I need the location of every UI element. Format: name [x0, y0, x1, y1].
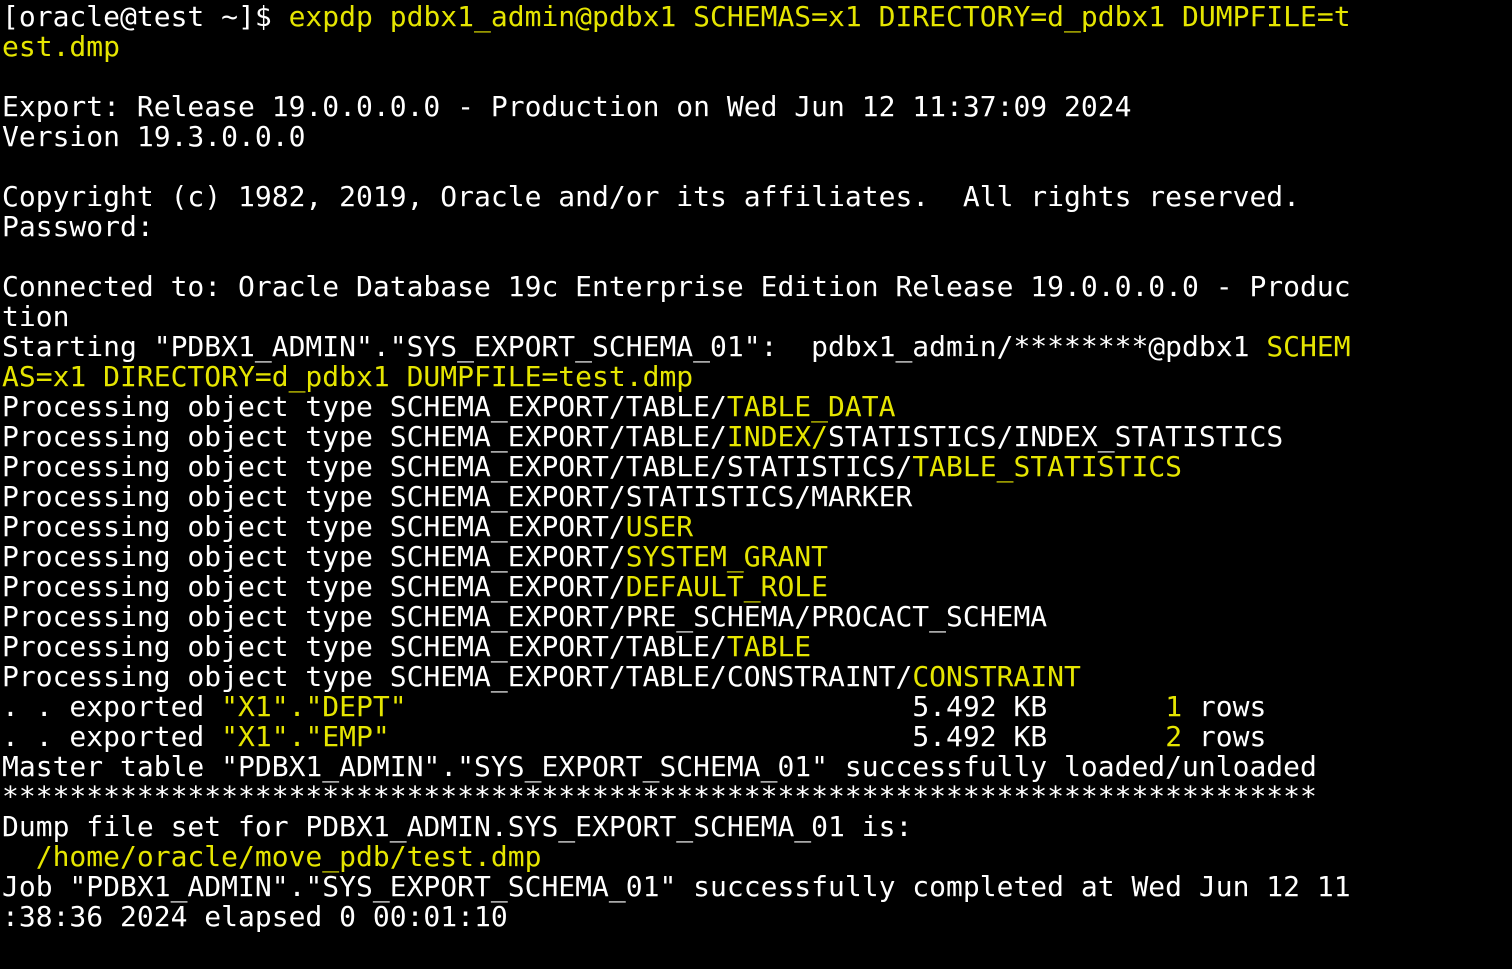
terminal-text: Version 19.3.0.0.0 — [2, 120, 306, 153]
terminal-text: Processing object type SCHEMA_EXPORT/ — [2, 540, 626, 573]
highlighted-text: 1 — [1165, 690, 1183, 723]
terminal-line: [oracle@test ~]$ expdp pdbx1_admin@pdbx1… — [2, 2, 1512, 32]
highlighted-text: SYSTEM_GRANT — [625, 540, 829, 573]
terminal-text: rows — [1182, 720, 1267, 753]
terminal-line: AS=x1 DIRECTORY=d_pdbx1 DUMPFILE=test.dm… — [2, 362, 1512, 392]
terminal-text: Connected to: Oracle Database 19c Enterp… — [2, 270, 1351, 303]
highlighted-text: CONSTRAINT — [912, 660, 1081, 693]
terminal-text: Copyright (c) 1982, 2019, Oracle and/or … — [2, 180, 1301, 213]
highlighted-text: est.dmp — [2, 30, 121, 63]
terminal-line: Job "PDBX1_ADMIN"."SYS_EXPORT_SCHEMA_01"… — [2, 872, 1512, 902]
highlighted-text: INDEX/ — [726, 420, 829, 453]
terminal-line: Processing object type SCHEMA_EXPORT/STA… — [2, 482, 1512, 512]
terminal-text: rows — [1182, 690, 1267, 723]
terminal-text: STATISTICS/INDEX_STATISTICS — [828, 420, 1284, 453]
terminal-text: . . exported — [2, 690, 222, 723]
terminal-line: Processing object type SCHEMA_EXPORT/PRE… — [2, 602, 1512, 632]
terminal-line: . . exported "X1"."DEPT" 5.492 KB 1 rows — [2, 692, 1512, 722]
highlighted-text: AS=x1 DIRECTORY=d_pdbx1 DUMPFILE=test.dm… — [2, 360, 694, 393]
terminal-text: Processing object type SCHEMA_EXPORT/TAB… — [2, 450, 913, 483]
terminal-text: 5.492 KB — [389, 720, 1166, 753]
terminal-text: Dump file set for PDBX1_ADMIN.SYS_EXPORT… — [2, 810, 913, 843]
terminal-text: Processing object type SCHEMA_EXPORT/ — [2, 570, 626, 603]
terminal-line: est.dmp — [2, 32, 1512, 62]
terminal-text: tion — [2, 300, 70, 333]
highlighted-text: expdp pdbx1_admin@pdbx1 SCHEMAS=x1 DIREC… — [288, 0, 1351, 33]
terminal-line: Processing object type SCHEMA_EXPORT/USE… — [2, 512, 1512, 542]
highlighted-text: TABLE_DATA — [726, 390, 896, 423]
terminal-text: 5.492 KB — [406, 690, 1166, 723]
terminal-text: Processing object type SCHEMA_EXPORT/ — [2, 510, 626, 543]
terminal-text: Processing object type SCHEMA_EXPORT/TAB… — [2, 660, 913, 693]
highlighted-text: "X1"."DEPT" — [221, 690, 407, 723]
terminal-line: Starting "PDBX1_ADMIN"."SYS_EXPORT_SCHEM… — [2, 332, 1512, 362]
terminal-text: Processing object type SCHEMA_EXPORT/TAB… — [2, 390, 727, 423]
terminal-text: Processing object type SCHEMA_EXPORT/TAB… — [2, 420, 727, 453]
terminal-line: Connected to: Oracle Database 19c Enterp… — [2, 272, 1512, 302]
terminal-text: Master table "PDBX1_ADMIN"."SYS_EXPORT_S… — [2, 750, 1317, 783]
terminal-text: Starting "PDBX1_ADMIN"."SYS_EXPORT_SCHEM… — [2, 330, 1267, 363]
highlighted-text: USER — [625, 510, 694, 543]
terminal-line: Master table "PDBX1_ADMIN"."SYS_EXPORT_S… — [2, 752, 1512, 782]
highlighted-text: TABLE — [726, 630, 812, 663]
highlighted-text: "X1"."EMP" — [221, 720, 390, 753]
terminal-line: Processing object type SCHEMA_EXPORT/SYS… — [2, 542, 1512, 572]
terminal-line: Processing object type SCHEMA_EXPORT/TAB… — [2, 632, 1512, 662]
terminal-line: Dump file set for PDBX1_ADMIN.SYS_EXPORT… — [2, 812, 1512, 842]
terminal-line: Processing object type SCHEMA_EXPORT/TAB… — [2, 662, 1512, 692]
highlighted-text: TABLE_STATISTICS — [912, 450, 1183, 483]
terminal-text: Processing object type SCHEMA_EXPORT/PRE… — [2, 600, 1048, 633]
terminal-text: [oracle@test ~]$ — [2, 0, 289, 33]
terminal-line: Version 19.3.0.0.0 — [2, 122, 1512, 152]
terminal-text: . . exported — [2, 720, 222, 753]
highlighted-text: 2 — [1165, 720, 1183, 753]
terminal-text: Export: Release 19.0.0.0.0 - Production … — [2, 90, 1132, 123]
terminal-line: Processing object type SCHEMA_EXPORT/TAB… — [2, 392, 1512, 422]
terminal-text: :38:36 2024 elapsed 0 00:01:10 — [2, 900, 508, 933]
terminal-text: Processing object type SCHEMA_EXPORT/STA… — [2, 480, 913, 513]
terminal-line: ****************************************… — [2, 782, 1512, 812]
terminal-text: Password: — [2, 210, 154, 243]
terminal-line: :38:36 2024 elapsed 0 00:01:10 — [2, 902, 1512, 932]
terminal-line: tion — [2, 302, 1512, 332]
terminal-line: Processing object type SCHEMA_EXPORT/TAB… — [2, 422, 1512, 452]
highlighted-text: DEFAULT_ROLE — [625, 570, 829, 603]
terminal-text: Job "PDBX1_ADMIN"."SYS_EXPORT_SCHEMA_01"… — [2, 870, 1351, 903]
terminal-line: Copyright (c) 1982, 2019, Oracle and/or … — [2, 182, 1512, 212]
highlighted-text: /home/oracle/move_pdb/test.dmp — [2, 840, 542, 873]
terminal-line: /home/oracle/move_pdb/test.dmp — [2, 842, 1512, 872]
terminal-line: Processing object type SCHEMA_EXPORT/DEF… — [2, 572, 1512, 602]
terminal-line: Password: — [2, 212, 1512, 242]
terminal-line: Export: Release 19.0.0.0.0 - Production … — [2, 92, 1512, 122]
highlighted-text: SCHEM — [1266, 330, 1351, 363]
terminal-text: Processing object type SCHEMA_EXPORT/TAB… — [2, 630, 727, 663]
terminal-line: . . exported "X1"."EMP" 5.492 KB 2 rows — [2, 722, 1512, 752]
terminal-line: Processing object type SCHEMA_EXPORT/TAB… — [2, 452, 1512, 482]
terminal-window[interactable]: [oracle@test ~]$ expdp pdbx1_admin@pdbx1… — [0, 0, 1512, 969]
terminal-text: ****************************************… — [2, 780, 1317, 813]
